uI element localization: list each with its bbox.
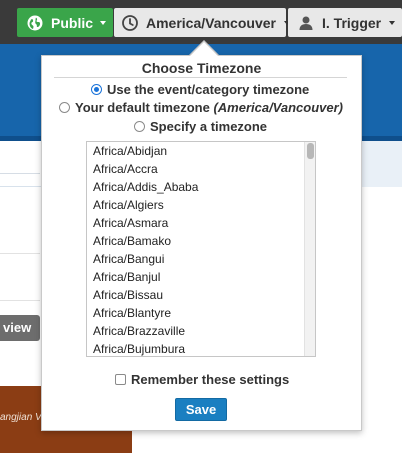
save-button[interactable]: Save <box>175 398 227 421</box>
remember-settings-label: Remember these settings <box>131 372 290 387</box>
scrollbar-thumb[interactable] <box>307 143 314 159</box>
timezone-option[interactable]: Africa/Asmara <box>87 214 315 232</box>
timezone-button[interactable]: America/Vancouver <box>114 8 290 37</box>
divider <box>0 173 40 174</box>
timezone-list[interactable]: Africa/Abidjan Africa/Accra Africa/Addis_A… <box>86 141 316 357</box>
popover-arrow-fill <box>190 42 218 56</box>
event-image-caption: angjian V <box>0 412 42 423</box>
chevron-down-icon <box>389 20 396 25</box>
public-label: Public <box>51 14 94 31</box>
remember-settings-checkbox[interactable] <box>115 374 126 385</box>
timezone-label: America/Vancouver <box>146 14 276 31</box>
option-specify-timezone[interactable]: Specify a timezone <box>134 119 267 134</box>
view-button[interactable]: view <box>0 315 40 341</box>
radio-event-timezone[interactable] <box>91 84 102 95</box>
timezone-option[interactable]: Africa/Bujumbura <box>87 340 315 356</box>
timezone-option[interactable]: Africa/Bamako <box>87 232 315 250</box>
chevron-down-icon <box>100 20 107 25</box>
timezone-option[interactable]: Africa/Algiers <box>87 196 315 214</box>
option-default-timezone-label: Your default timezone <box>75 100 214 115</box>
divider <box>0 300 40 301</box>
radio-default-timezone[interactable] <box>59 102 70 113</box>
timezone-option[interactable]: Africa/Addis_Ababa <box>87 178 315 196</box>
timezone-popover: Choose Timezone Use the event/category t… <box>41 55 362 431</box>
option-default-timezone[interactable]: Your default timezone (America/Vancouver… <box>59 100 343 115</box>
clock-icon <box>122 14 138 31</box>
remember-settings[interactable]: Remember these settings <box>115 372 289 387</box>
timezone-option[interactable]: Africa/Blantyre <box>87 304 315 322</box>
timezone-option[interactable]: Africa/Banjul <box>87 268 315 286</box>
divider <box>0 253 40 254</box>
nav-strip-right <box>362 141 402 187</box>
timezone-option[interactable]: Africa/Brazzaville <box>87 322 315 340</box>
radio-specify-timezone[interactable] <box>134 121 145 132</box>
option-event-timezone[interactable]: Use the event/category timezone <box>91 82 309 97</box>
user-menu-button[interactable]: I. Trigger <box>288 8 402 37</box>
option-default-timezone-value: (America/Vancouver) <box>213 100 344 115</box>
timezone-option[interactable]: Africa/Accra <box>87 160 315 178</box>
title-divider <box>54 77 347 78</box>
timezone-option[interactable]: Africa/Bangui <box>87 250 315 268</box>
option-specify-timezone-label: Specify a timezone <box>150 119 268 134</box>
globe-icon <box>27 15 43 31</box>
user-icon <box>298 15 314 31</box>
popover-title: Choose Timezone <box>141 60 262 76</box>
option-event-timezone-label: Use the event/category timezone <box>107 82 310 97</box>
user-label: I. Trigger <box>322 14 382 31</box>
timezone-list-scrollbar[interactable] <box>304 142 315 356</box>
timezone-option[interactable]: Africa/Bissau <box>87 286 315 304</box>
timezone-option[interactable]: Africa/Abidjan <box>87 142 315 160</box>
public-button[interactable]: Public <box>17 8 113 37</box>
